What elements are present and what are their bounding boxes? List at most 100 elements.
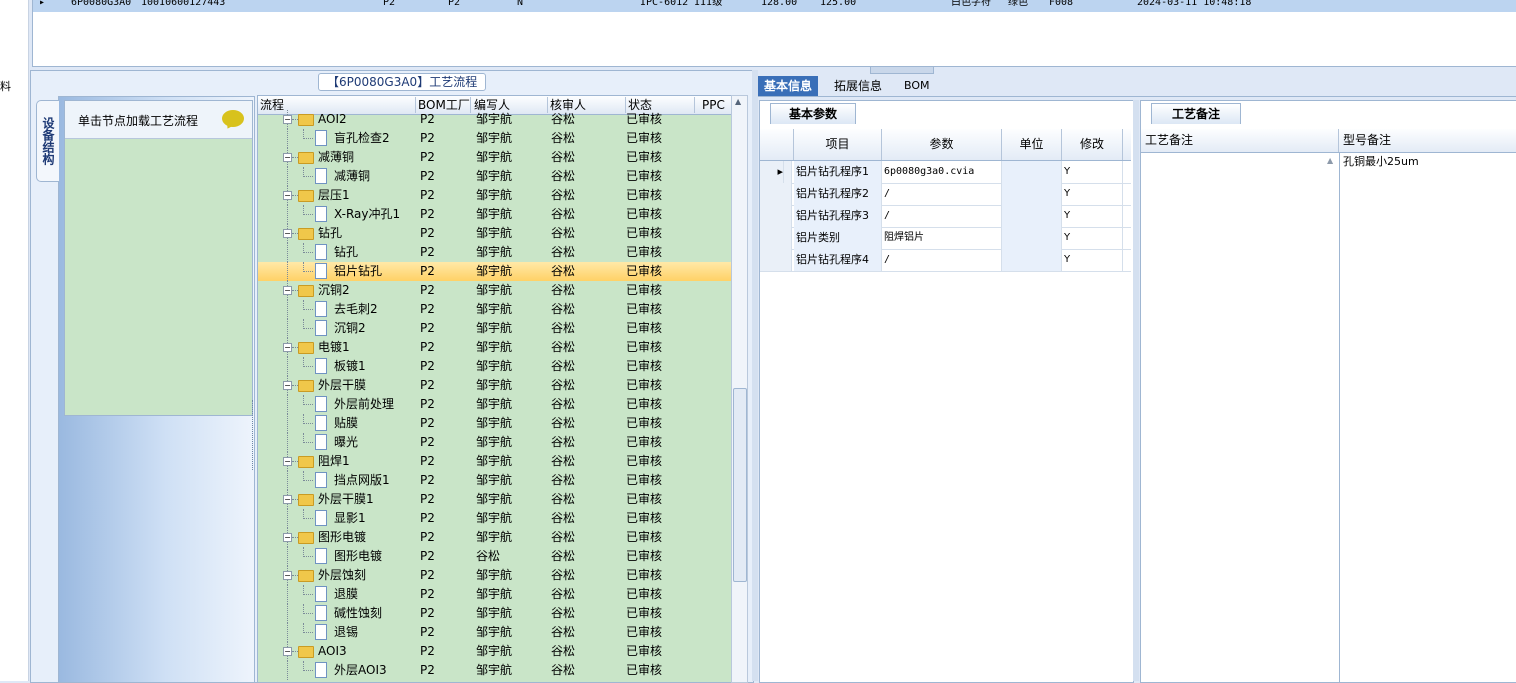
tree-node-label[interactable]: 外层蚀刻 xyxy=(318,566,366,585)
tree-node-label[interactable]: 盲孔检查2 xyxy=(334,129,390,148)
tab-basic-params[interactable]: 基本参数 xyxy=(770,103,856,124)
tree-node-label[interactable]: 层压1 xyxy=(318,186,350,205)
scroll-thumb[interactable] xyxy=(733,388,747,582)
param-modify-cell[interactable]: Y xyxy=(1062,161,1123,183)
tree-row[interactable]: 钻孔 P2 邹宇航 谷松 已审核 xyxy=(258,243,731,262)
param-unit-cell[interactable] xyxy=(1002,183,1062,205)
tab-basic-info[interactable]: 基本信息 xyxy=(758,76,819,96)
tree-node-label[interactable]: AOI3 xyxy=(318,642,347,661)
tree-node-label[interactable]: 退锡 xyxy=(334,623,358,642)
param-row[interactable]: ▸ 铝片钻孔程序1 6p0080g3a0.cvia Y xyxy=(760,161,1131,184)
row-indicator-cell[interactable] xyxy=(760,205,792,227)
horizontal-splitter-handle[interactable] xyxy=(870,66,934,74)
tree-row[interactable]: − 减薄铜 P2 邹宇航 谷松 已审核 xyxy=(258,148,731,167)
param-row[interactable]: 铝片钻孔程序2/ Y xyxy=(760,183,1131,206)
tree-node-label[interactable]: AOI2 xyxy=(318,110,347,129)
tree-row[interactable]: 铝片钻孔 P2 邹宇航 谷松 已审核 xyxy=(258,262,731,281)
param-value-cell[interactable]: 6p0080g3a0.cvia xyxy=(882,161,1002,183)
process-remark-field[interactable]: ▲ xyxy=(1141,153,1340,682)
tree-row[interactable]: − AOI2 P2 邹宇航 谷松 已审核 xyxy=(258,110,731,129)
collapse-toggle-icon[interactable]: − xyxy=(283,457,292,466)
tree-row[interactable]: 挡点网版1 P2 邹宇航 谷松 已审核 xyxy=(258,471,731,490)
tree-node-label[interactable]: 贴膜 xyxy=(334,414,358,433)
collapse-toggle-icon[interactable]: − xyxy=(283,533,292,542)
tree-node-label[interactable]: 铝片钻孔 xyxy=(334,262,382,281)
collapse-toggle-icon[interactable]: − xyxy=(283,286,292,295)
row-indicator-cell[interactable] xyxy=(760,183,792,205)
tree-row[interactable]: − 外层干膜 P2 邹宇航 谷松 已审核 xyxy=(258,376,731,395)
tree-row[interactable]: − AOI3 P2 邹宇航 谷松 已审核 xyxy=(258,642,731,661)
param-row[interactable]: 铝片钻孔程序3/ Y xyxy=(760,205,1131,228)
param-unit-cell[interactable] xyxy=(1002,227,1062,249)
tree-node-label[interactable]: 外层前处理 xyxy=(334,395,394,414)
tree-node-label[interactable]: 减薄铜 xyxy=(334,167,370,186)
collapse-toggle-icon[interactable]: − xyxy=(283,571,292,580)
collapse-toggle-icon[interactable]: − xyxy=(283,343,292,352)
col-header-unit[interactable]: 单位 xyxy=(1002,129,1062,160)
tree-scrollbar[interactable]: ▲ xyxy=(731,95,748,683)
param-modify-cell[interactable]: Y xyxy=(1062,227,1123,249)
param-value-cell[interactable]: / xyxy=(882,249,1002,271)
tree-row[interactable]: 图形电镀 P2 谷松 谷松 已审核 xyxy=(258,547,731,566)
tree-row[interactable]: − 钻孔 P2 邹宇航 谷松 已审核 xyxy=(258,224,731,243)
tree-row[interactable]: − 沉铜2 P2 邹宇航 谷松 已审核 xyxy=(258,281,731,300)
tree-row[interactable]: − 外层蚀刻 P2 邹宇航 谷松 已审核 xyxy=(258,566,731,585)
tree-row[interactable]: 退膜 P2 邹宇航 谷松 已审核 xyxy=(258,585,731,604)
collapse-toggle-icon[interactable]: − xyxy=(283,495,292,504)
tree-row[interactable]: 显影1 P2 邹宇航 谷松 已审核 xyxy=(258,509,731,528)
tree-node-label[interactable]: 碱性蚀刻 xyxy=(334,604,382,623)
tree-row[interactable]: 去毛刺2 P2 邹宇航 谷松 已审核 xyxy=(258,300,731,319)
tree-row[interactable]: 外层前处理 P2 邹宇航 谷松 已审核 xyxy=(258,395,731,414)
tree-node-label[interactable]: 挡点网版1 xyxy=(334,471,390,490)
tree-node-label[interactable]: 曝光 xyxy=(334,433,358,452)
col-header-item[interactable]: 项目 xyxy=(794,129,882,160)
tree-row[interactable]: 外层AOI3 P2 邹宇航 谷松 已审核 xyxy=(258,661,731,680)
tree-node-label[interactable]: 退膜 xyxy=(334,585,358,604)
scroll-up-icon[interactable]: ▲ xyxy=(735,97,741,106)
col-header-model-remark[interactable]: 型号备注 xyxy=(1339,129,1513,152)
param-value-cell[interactable]: / xyxy=(882,205,1002,227)
param-unit-cell[interactable] xyxy=(1002,161,1062,183)
tree-node-label[interactable]: 减薄铜 xyxy=(318,148,354,167)
row-indicator-cell[interactable]: ▸ xyxy=(760,161,792,183)
tree-node-label[interactable]: 电镀1 xyxy=(318,338,350,357)
remark-scroll-up-icon[interactable]: ▲ xyxy=(1327,156,1333,165)
collapse-toggle-icon[interactable]: − xyxy=(283,381,292,390)
tree-node-label[interactable]: 阻焊1 xyxy=(318,452,350,471)
top-grid-row[interactable]: ▸ 6P0080G3A0 10010600127443 P2 P2 N IPC-… xyxy=(33,0,1516,12)
tab-extended-info[interactable]: 拓展信息 xyxy=(828,76,888,96)
tree-node-label[interactable]: 外层干膜 xyxy=(318,376,366,395)
tree-row[interactable]: 贴膜 P2 邹宇航 谷松 已审核 xyxy=(258,414,731,433)
tab-bom[interactable]: BOM xyxy=(898,76,936,96)
tree-row[interactable]: − 阻焊1 P2 邹宇航 谷松 已审核 xyxy=(258,452,731,471)
tree-node-label[interactable]: 图形电镀 xyxy=(334,547,382,566)
tab-process-remark[interactable]: 工艺备注 xyxy=(1151,103,1241,124)
tree-row[interactable]: X-Ray冲孔1 P2 邹宇航 谷松 已审核 xyxy=(258,205,731,224)
tree-node-label[interactable]: 沉铜2 xyxy=(334,319,366,338)
tree-node-label[interactable]: 外层AOI3 xyxy=(334,661,387,680)
tree-node-label[interactable]: 钻孔 xyxy=(334,243,358,262)
param-modify-cell[interactable]: Y xyxy=(1062,205,1123,227)
tree-row[interactable]: − 外层干膜1 P2 邹宇航 谷松 已审核 xyxy=(258,490,731,509)
collapse-toggle-icon[interactable]: − xyxy=(283,647,292,656)
tree-row[interactable]: 曝光 P2 邹宇航 谷松 已审核 xyxy=(258,433,731,452)
tab-equipment-structure[interactable]: 设备结构 xyxy=(36,100,59,182)
col-header-param[interactable]: 参数 xyxy=(882,129,1002,160)
tree-row[interactable]: 盲孔检查2 P2 邹宇航 谷松 已审核 xyxy=(258,129,731,148)
tree-node-label[interactable]: 图形电镀 xyxy=(318,528,366,547)
param-row[interactable]: 铝片类别 阻焊铝片 Y xyxy=(760,227,1131,250)
tree-node-label[interactable]: 钻孔 xyxy=(318,224,342,243)
param-value-cell[interactable]: / xyxy=(882,183,1002,205)
collapse-toggle-icon[interactable]: − xyxy=(283,115,292,124)
col-header-modify[interactable]: 修改 xyxy=(1062,129,1123,160)
param-unit-cell[interactable] xyxy=(1002,205,1062,227)
collapse-toggle-icon[interactable]: − xyxy=(283,229,292,238)
col-header-process-remark[interactable]: 工艺备注 xyxy=(1141,129,1339,152)
row-indicator-cell[interactable] xyxy=(760,249,792,271)
param-value-cell[interactable]: 阻焊铝片 xyxy=(882,227,1002,249)
collapse-toggle-icon[interactable]: − xyxy=(283,191,292,200)
row-indicator-cell[interactable] xyxy=(760,227,792,249)
tree-node-label[interactable]: X-Ray冲孔1 xyxy=(334,205,400,224)
tree-node-label[interactable]: 沉铜2 xyxy=(318,281,350,300)
param-modify-cell[interactable]: Y xyxy=(1062,249,1123,271)
